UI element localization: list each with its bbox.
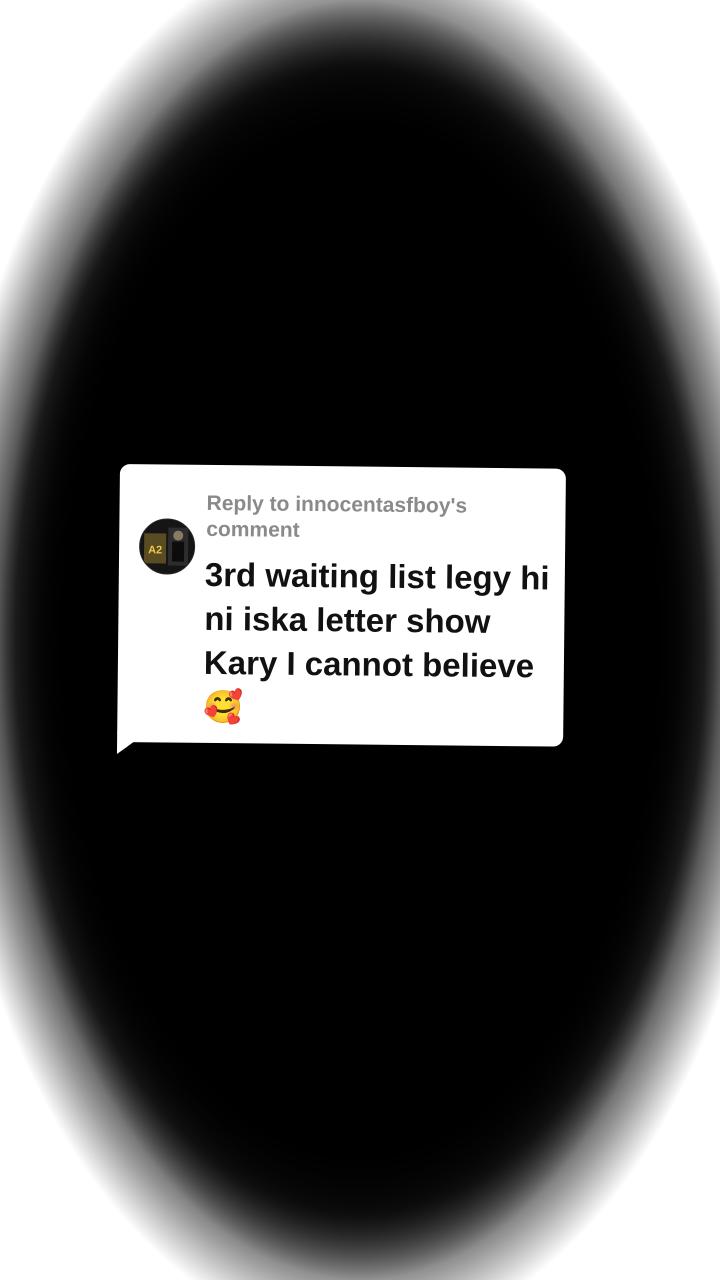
comment-text: 3rd waiting list legy hi ni iska letter … [203,553,555,733]
comment-body: 3rd waiting list legy hi ni iska letter … [203,555,550,685]
bubble-tail [116,731,148,755]
video-frame: A2 Reply to innocentasfboy's comment 3rd… [0,0,720,1280]
reply-header: Reply to innocentasfboy's comment [206,491,468,542]
commenter-avatar: A2 [138,518,196,575]
reply-comment-bubble: A2 Reply to innocentasfboy's comment 3rd… [116,464,566,755]
smiling-hearts-emoji-icon: 🥰 [203,687,244,727]
avatar-image: A2 [139,519,195,574]
avatar-label: A2 [148,544,162,556]
